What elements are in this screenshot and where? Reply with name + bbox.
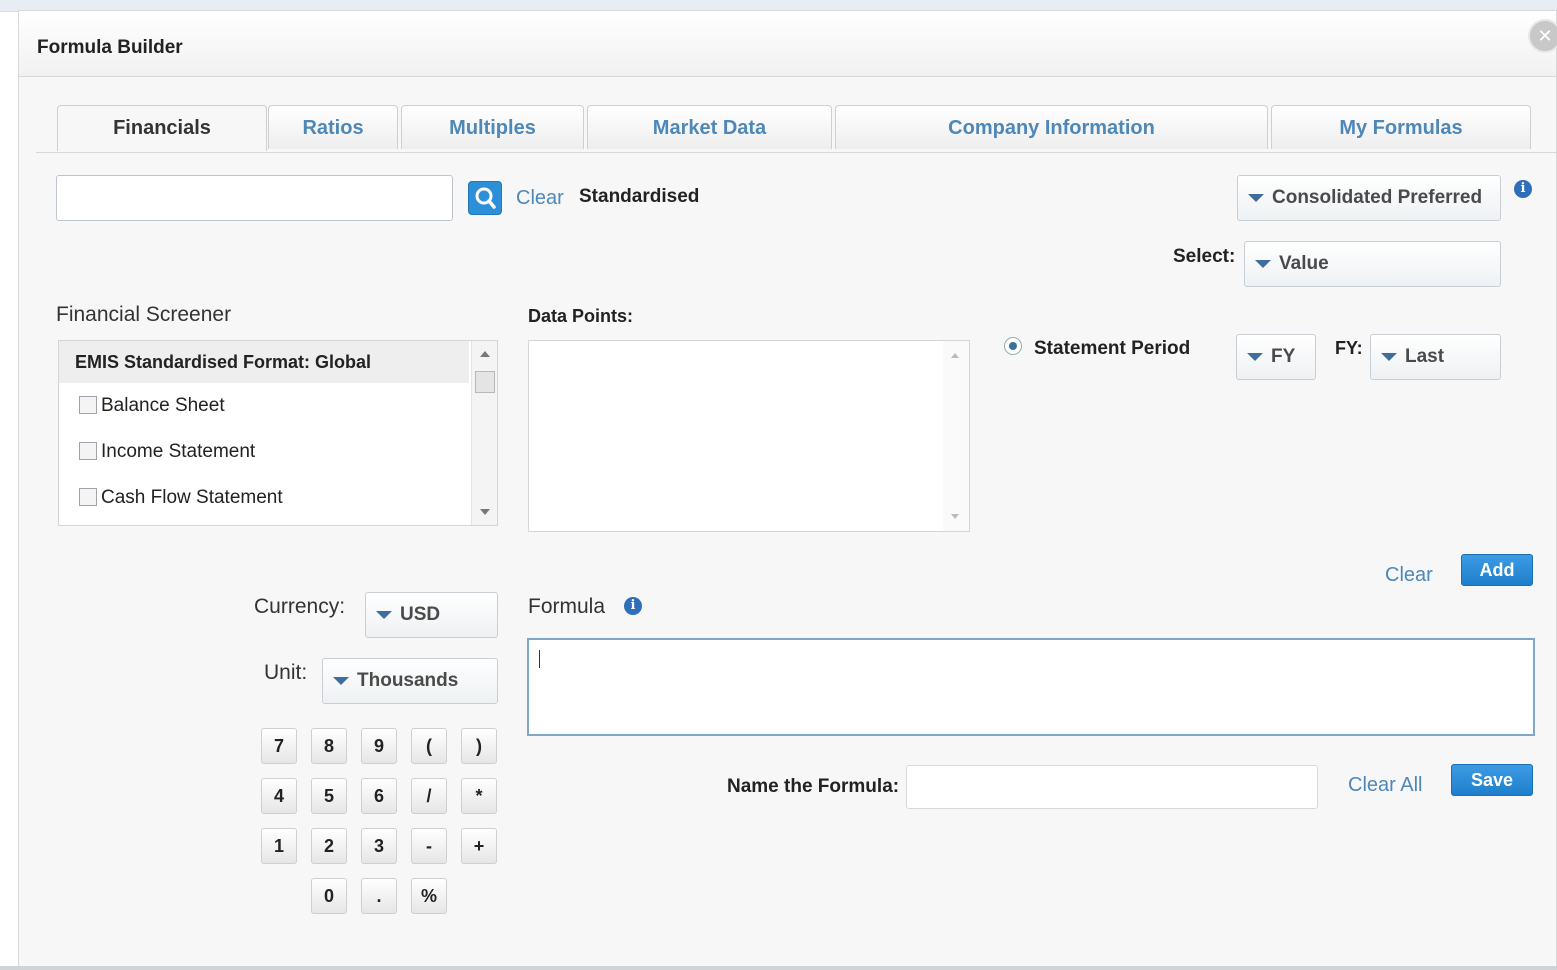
tab-financials[interactable]: Financials	[57, 105, 267, 151]
keypad-key-3[interactable]: 3	[361, 828, 397, 864]
select-label: Select:	[1173, 246, 1236, 267]
formula-name-input[interactable]	[906, 765, 1318, 809]
list-item-label: Balance Sheet	[101, 395, 225, 416]
list-item[interactable]: Balance Sheet	[79, 395, 225, 417]
checkbox[interactable]	[79, 442, 97, 460]
currency-value: USD	[400, 604, 441, 625]
chevron-down-icon	[1381, 352, 1397, 361]
chevron-down-icon	[1248, 193, 1264, 202]
fy-label: FY:	[1335, 338, 1363, 358]
period-value: FY	[1271, 346, 1296, 367]
scroll-up-icon[interactable]	[480, 351, 490, 357]
bottom-divider	[0, 966, 1557, 970]
screener-list-header: EMIS Standardised Format: Global	[59, 341, 469, 383]
chevron-down-icon	[333, 676, 349, 685]
period-dropdown[interactable]: FY	[1236, 334, 1316, 380]
tab-my-formulas[interactable]: My Formulas	[1271, 105, 1531, 149]
tab-ratios[interactable]: Ratios	[268, 105, 398, 149]
keypad-key-minus[interactable]: -	[411, 828, 447, 864]
clear-link[interactable]: Clear	[1385, 564, 1433, 587]
currency-dropdown[interactable]: USD	[365, 592, 498, 638]
tab-multiples[interactable]: Multiples	[401, 105, 584, 149]
info-icon[interactable]: i	[624, 597, 642, 615]
chevron-down-icon	[1255, 259, 1271, 268]
formula-label: Formula	[528, 595, 606, 618]
unit-dropdown[interactable]: Thousands	[322, 658, 498, 704]
save-button[interactable]: Save	[1451, 764, 1533, 796]
list-item-label: Cash Flow Statement	[101, 487, 283, 508]
keypad-key-0[interactable]: 0	[311, 878, 347, 914]
currency-label: Currency:	[254, 595, 346, 618]
formula-textarea[interactable]	[527, 638, 1535, 736]
info-icon[interactable]: i	[1514, 180, 1532, 198]
select-dropdown[interactable]: Value	[1244, 241, 1501, 287]
list-item[interactable]: Cash Flow Statement	[79, 487, 283, 509]
checkbox[interactable]	[79, 488, 97, 506]
consolidation-value: Consolidated Preferred	[1272, 187, 1483, 208]
scroll-thumb[interactable]	[475, 371, 495, 393]
keypad-key-multiply[interactable]: *	[461, 778, 497, 814]
keypad-key-8[interactable]: 8	[311, 728, 347, 764]
list-item[interactable]: Income Statement	[79, 441, 255, 463]
keypad-key-open-paren[interactable]: (	[411, 728, 447, 764]
list-item-label: Income Statement	[101, 441, 256, 462]
keypad-key-6[interactable]: 6	[361, 778, 397, 814]
financial-screener-title: Financial Screener	[56, 303, 232, 326]
clear-all-link[interactable]: Clear All	[1348, 774, 1422, 797]
screener-scrollbar[interactable]	[471, 341, 497, 525]
fy-value: Last	[1405, 346, 1445, 367]
close-icon[interactable]: ✕	[1528, 19, 1557, 53]
select-value: Value	[1279, 253, 1329, 274]
fy-dropdown[interactable]: Last	[1370, 334, 1501, 380]
keypad-key-divide[interactable]: /	[411, 778, 447, 814]
scroll-down-icon[interactable]	[480, 509, 490, 515]
search-icon	[475, 187, 496, 209]
consolidation-dropdown[interactable]: Consolidated Preferred	[1237, 175, 1501, 221]
text-cursor	[539, 650, 540, 668]
search-input[interactable]	[56, 175, 453, 221]
chevron-down-icon	[1247, 352, 1263, 361]
add-button[interactable]: Add	[1461, 554, 1533, 586]
keypad-key-9[interactable]: 9	[361, 728, 397, 764]
screener-list: EMIS Standardised Format: Global Balance…	[58, 340, 498, 526]
keypad-key-7[interactable]: 7	[261, 728, 297, 764]
keypad-key-percent[interactable]: %	[411, 878, 447, 914]
keypad-key-plus[interactable]: +	[461, 828, 497, 864]
tab-market-data[interactable]: Market Data	[587, 105, 832, 149]
keypad-key-close-paren[interactable]: )	[461, 728, 497, 764]
data-points-scrollbar[interactable]	[943, 341, 969, 531]
checkbox[interactable]	[79, 396, 97, 414]
scroll-up-icon[interactable]	[951, 353, 959, 358]
keypad-key-1[interactable]: 1	[261, 828, 297, 864]
keypad-key-5[interactable]: 5	[311, 778, 347, 814]
standardised-label: Standardised	[579, 186, 700, 207]
search-clear-link[interactable]: Clear	[516, 187, 564, 210]
dialog-title: Formula Builder	[37, 37, 183, 58]
search-button[interactable]	[468, 181, 502, 215]
data-points-list[interactable]	[528, 340, 970, 532]
statement-period-radio[interactable]	[1004, 337, 1022, 355]
unit-label: Unit:	[264, 661, 308, 684]
unit-value: Thousands	[357, 670, 459, 691]
chevron-down-icon	[376, 610, 392, 619]
dialog-header: Formula Builder ✕	[19, 11, 1557, 77]
statement-period-label: Statement Period	[1034, 338, 1191, 359]
data-points-label: Data Points:	[528, 306, 634, 326]
keypad-key-2[interactable]: 2	[311, 828, 347, 864]
name-formula-label: Name the Formula:	[727, 776, 900, 797]
scroll-down-icon[interactable]	[951, 514, 959, 519]
keypad-key-decimal[interactable]: .	[361, 878, 397, 914]
keypad-key-4[interactable]: 4	[261, 778, 297, 814]
tab-company-information[interactable]: Company Information	[835, 105, 1268, 149]
